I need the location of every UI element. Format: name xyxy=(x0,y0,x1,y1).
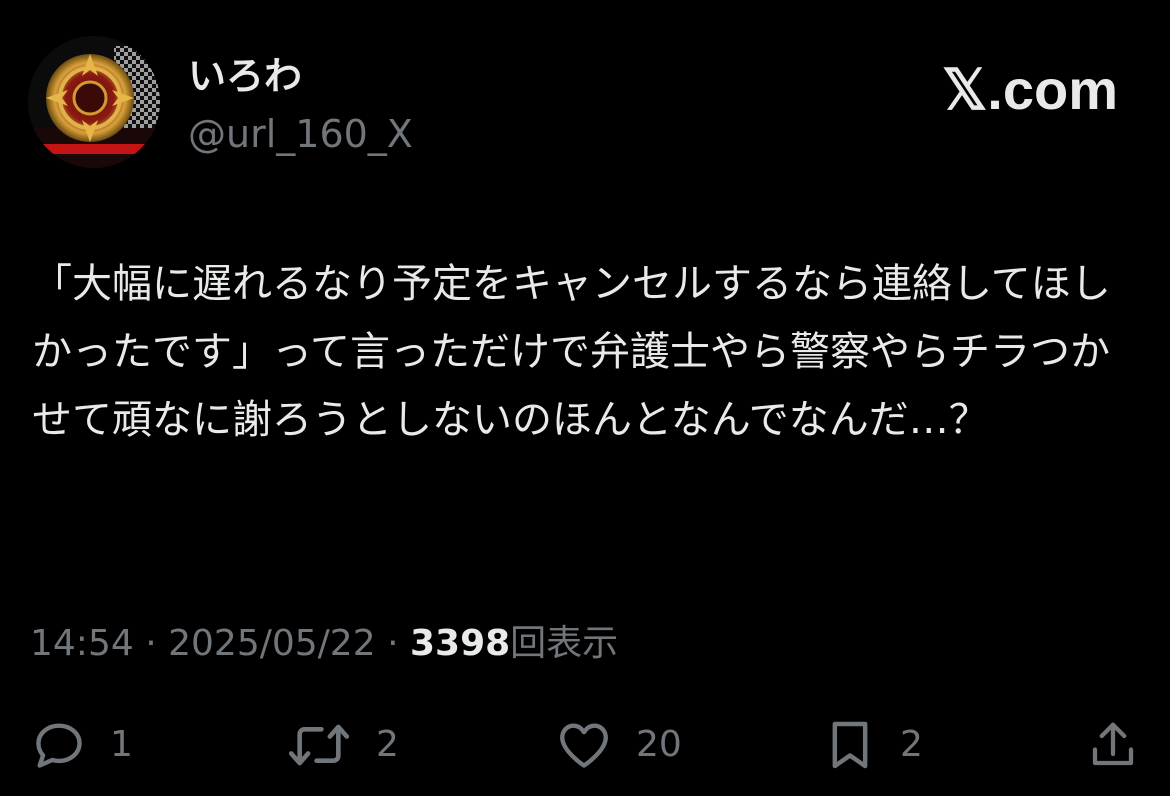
retweet-count: 2 xyxy=(376,724,399,765)
avatar[interactable] xyxy=(28,36,160,168)
heart-icon xyxy=(554,716,614,774)
share-icon xyxy=(1086,716,1140,774)
retweet-icon xyxy=(284,716,354,774)
tweet-time[interactable]: 14:54 xyxy=(30,623,134,664)
reply-button[interactable]: 1 xyxy=(30,710,133,780)
separator: · xyxy=(387,623,399,664)
separator: · xyxy=(145,623,157,664)
tweet-text: 「大幅に遅れるなり予定をキャンセルするなら連絡してほしかったです」って言っただけ… xyxy=(32,261,1111,443)
share-button[interactable] xyxy=(1086,710,1140,780)
view-count: 3398 xyxy=(409,623,511,664)
x-logo: 𝕏.com xyxy=(942,58,1118,121)
action-bar: 1 2 20 2 xyxy=(0,710,1170,780)
display-name[interactable]: いろわ xyxy=(188,52,302,100)
user-handle[interactable]: @url_160_X xyxy=(188,110,413,158)
reply-icon xyxy=(30,716,88,774)
tweet-date[interactable]: 2025/05/22 xyxy=(168,623,376,664)
retweet-button[interactable]: 2 xyxy=(284,710,399,780)
bookmark-button[interactable]: 2 xyxy=(822,710,923,780)
like-count: 20 xyxy=(636,724,682,765)
bookmark-icon xyxy=(822,716,878,774)
views-label: 回表示 xyxy=(510,623,619,664)
like-button[interactable]: 20 xyxy=(554,710,682,780)
tweet-metadata: 14:54 · 2025/05/22 · 3398回表示 xyxy=(30,620,618,668)
reply-count: 1 xyxy=(110,724,133,765)
bookmark-count: 2 xyxy=(900,724,923,765)
